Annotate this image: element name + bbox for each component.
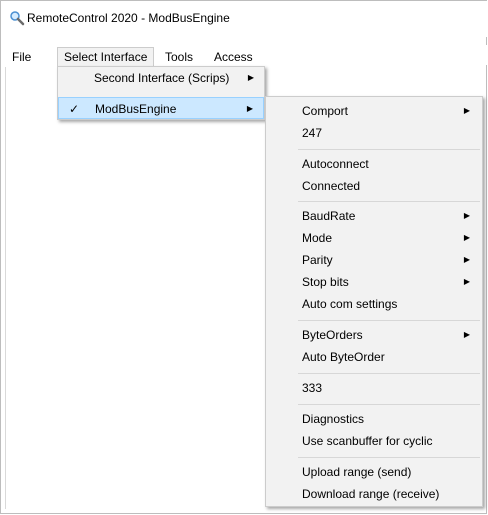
menu-item-mode[interactable]: Mode ▶ bbox=[266, 227, 482, 249]
triangle-right-icon: ▶ bbox=[463, 330, 470, 339]
menu-separator bbox=[298, 320, 480, 321]
menu-item-label: Stop bits bbox=[302, 275, 349, 289]
menu-tools[interactable]: Tools bbox=[159, 47, 199, 67]
menu-item-label: Parity bbox=[302, 253, 333, 267]
menu-item-label: 333 bbox=[302, 381, 323, 395]
menu-item-label: Download range (receive) bbox=[302, 487, 440, 501]
menu-item-label: Auto ByteOrder bbox=[302, 350, 385, 364]
menu-item-label: Second Interface (Scrips) bbox=[94, 71, 230, 85]
menu-separator bbox=[298, 404, 480, 405]
menu-separator bbox=[298, 373, 480, 374]
menu-item-connected[interactable]: Connected bbox=[266, 175, 482, 197]
triangle-right-icon: ▶ bbox=[463, 211, 470, 220]
menu-item-auto-com-settings[interactable]: Auto com settings bbox=[266, 293, 482, 315]
menu-item-second-interface[interactable]: Second Interface (Scrips) ▶ bbox=[58, 67, 264, 89]
menu-item-label: Autoconnect bbox=[302, 157, 369, 171]
menu-item-label: Connected bbox=[302, 179, 361, 193]
menu-item-label: Use scanbuffer for cyclic bbox=[302, 434, 433, 448]
window-title: RemoteControl 2020 - ModBusEngine bbox=[27, 11, 230, 25]
menu-item-label: Diagnostics bbox=[302, 412, 365, 426]
triangle-right-icon: ▶ bbox=[246, 104, 253, 113]
menu-item-auto-byteorder[interactable]: Auto ByteOrder bbox=[266, 346, 482, 368]
menu-file[interactable]: File bbox=[6, 47, 37, 67]
menu-access[interactable]: Access bbox=[208, 47, 259, 67]
triangle-right-icon: ▶ bbox=[463, 255, 470, 264]
menu-item-download-range[interactable]: Download range (receive) bbox=[266, 483, 482, 505]
menu-item-label: ByteOrders bbox=[302, 328, 363, 342]
triangle-right-icon: ▶ bbox=[247, 73, 254, 82]
modbus-submenu: Comport ▶ 247 Autoconnect Connected Baud… bbox=[265, 96, 483, 507]
title-bar[interactable]: RemoteControl 2020 - ModBusEngine bbox=[1, 1, 487, 37]
menu-item-value-333[interactable]: 333 bbox=[266, 377, 482, 399]
magnifier-icon bbox=[10, 11, 25, 26]
menu-item-baudrate[interactable]: BaudRate ▶ bbox=[266, 205, 482, 227]
triangle-right-icon: ▶ bbox=[463, 106, 470, 115]
menu-item-label: Auto com settings bbox=[302, 297, 398, 311]
menu-item-label: 247 bbox=[302, 126, 323, 140]
menu-item-stop-bits[interactable]: Stop bits ▶ bbox=[266, 271, 482, 293]
menu-item-use-scanbuffer[interactable]: Use scanbuffer for cyclic bbox=[266, 430, 482, 452]
menu-item-label: Upload range (send) bbox=[302, 465, 412, 479]
menu-item-label: Comport bbox=[302, 104, 349, 118]
menu-item-slave-id[interactable]: 247 bbox=[266, 122, 482, 144]
menu-item-parity[interactable]: Parity ▶ bbox=[266, 249, 482, 271]
menu-item-modbusengine[interactable]: ✓ ModBusEngine ▶ bbox=[58, 97, 264, 119]
menu-item-label: ModBusEngine bbox=[95, 102, 177, 116]
triangle-right-icon: ▶ bbox=[463, 233, 470, 242]
menu-separator bbox=[298, 457, 480, 458]
menu-item-upload-range[interactable]: Upload range (send) bbox=[266, 461, 482, 483]
checkmark-icon: ✓ bbox=[69, 102, 80, 116]
menu-item-autoconnect[interactable]: Autoconnect bbox=[266, 153, 482, 175]
client-area bbox=[5, 67, 262, 509]
triangle-right-icon: ▶ bbox=[463, 277, 470, 286]
select-interface-dropdown: Second Interface (Scrips) ▶ ✓ ModBusEngi… bbox=[57, 66, 265, 120]
menu-item-byteorders[interactable]: ByteOrders ▶ bbox=[266, 324, 482, 346]
menu-item-label: Mode bbox=[302, 231, 333, 245]
menu-separator bbox=[298, 149, 480, 150]
app-window: RemoteControl 2020 - ModBusEngine File S… bbox=[0, 0, 487, 514]
menu-item-diagnostics[interactable]: Diagnostics bbox=[266, 408, 482, 430]
menu-item-comport[interactable]: Comport ▶ bbox=[266, 100, 482, 122]
menu-select-interface[interactable]: Select Interface bbox=[57, 47, 155, 68]
menu-item-label: BaudRate bbox=[302, 209, 356, 223]
menu-separator bbox=[298, 201, 480, 202]
